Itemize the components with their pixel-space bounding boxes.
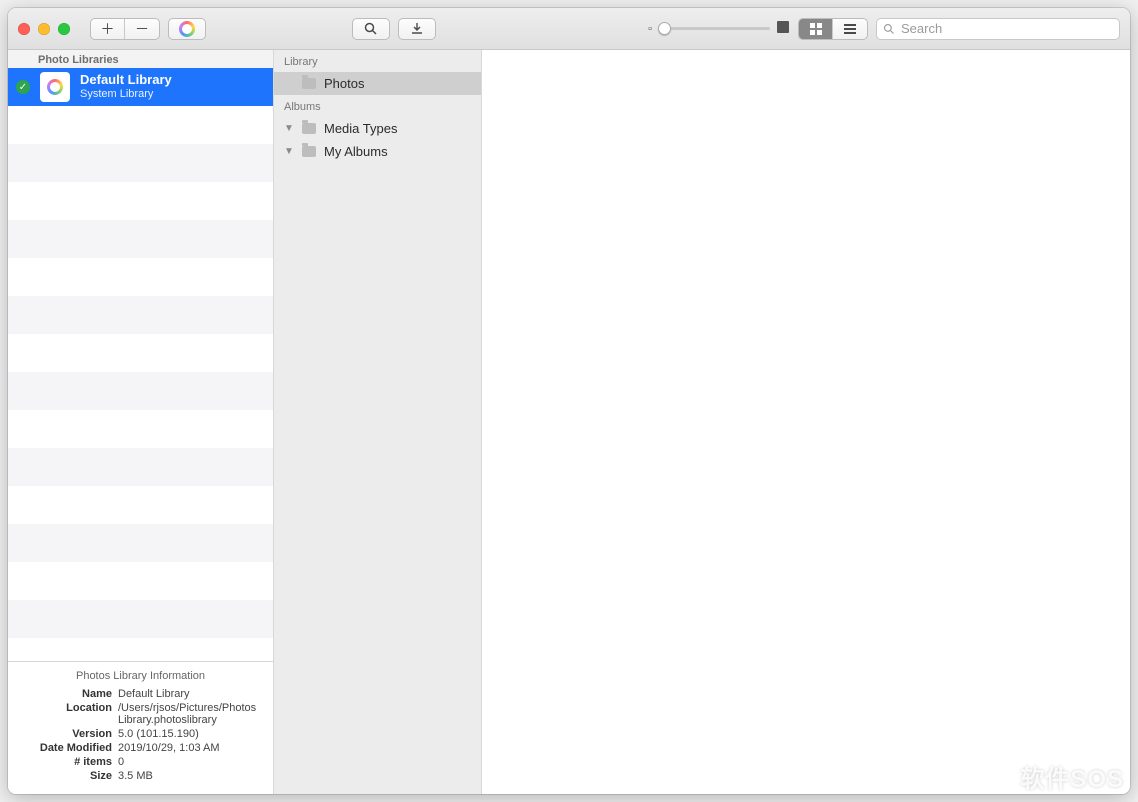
info-panel-title: Photos Library Information: [18, 670, 263, 682]
info-key-version: Version: [18, 728, 112, 740]
search-icon: [883, 23, 895, 35]
content-area: [482, 50, 1130, 794]
library-item-default[interactable]: ✓ Default Library System Library: [8, 68, 273, 106]
left-sidebar: Photo Libraries ✓ Default Library System…: [8, 50, 274, 794]
info-key-date-modified: Date Modified: [18, 742, 112, 754]
photos-item[interactable]: Photos: [274, 72, 481, 95]
remove-library-button[interactable]: －: [125, 19, 159, 39]
info-key-name: Name: [18, 688, 112, 700]
search-field[interactable]: Search: [876, 18, 1120, 40]
search-placeholder: Search: [901, 21, 942, 36]
library-info-panel: Photos Library Information Name Default L…: [8, 661, 273, 794]
info-value-date-modified: 2019/10/29, 1:03 AM: [118, 742, 263, 754]
add-remove-segment: ＋ －: [90, 18, 160, 40]
titlebar: ＋ － ▫: [8, 8, 1130, 50]
close-window-button[interactable]: [18, 23, 30, 35]
photos-icon: [179, 21, 195, 37]
info-key-location: Location: [18, 702, 112, 714]
disclosure-triangle-icon[interactable]: ▼: [284, 123, 294, 134]
folder-icon: [302, 146, 316, 157]
info-value-items: 0: [118, 756, 263, 768]
info-value-size: 3.5 MB: [118, 770, 263, 782]
window-controls: [18, 23, 70, 35]
slider-knob[interactable]: [658, 22, 671, 35]
view-mode-segment: [798, 18, 868, 40]
list-icon: [843, 22, 857, 36]
library-icon: [40, 72, 70, 102]
middle-sidebar: Library Photos Albums ▼ Media Types ▼ My…: [274, 50, 482, 794]
albums-section-header: Albums: [274, 95, 481, 117]
thumb-large-icon: [776, 20, 790, 37]
info-value-name: Default Library: [118, 688, 263, 700]
minimize-window-button[interactable]: [38, 23, 50, 35]
info-value-location: /Users/rjsos/Pictures/Photos Library.pho…: [118, 702, 263, 726]
library-title: Default Library: [80, 73, 172, 88]
fullscreen-window-button[interactable]: [58, 23, 70, 35]
photo-libraries-header: Photo Libraries: [8, 50, 273, 68]
disclosure-triangle-icon[interactable]: ▼: [284, 146, 294, 157]
body: Photo Libraries ✓ Default Library System…: [8, 50, 1130, 794]
info-key-size: Size: [18, 770, 112, 782]
library-subtitle: System Library: [80, 88, 172, 101]
photos-label: Photos: [324, 76, 364, 91]
media-types-label: Media Types: [324, 121, 397, 136]
grid-icon: [809, 22, 823, 36]
library-section-header: Library: [274, 50, 481, 72]
download-button[interactable]: [398, 18, 436, 40]
checkmark-icon: ✓: [16, 80, 30, 94]
thumb-small-icon: ▫: [648, 23, 652, 35]
inspect-button[interactable]: [352, 18, 390, 40]
app-window: ＋ － ▫: [8, 8, 1130, 794]
download-icon: [409, 21, 425, 37]
my-albums-item[interactable]: ▼ My Albums: [274, 140, 481, 163]
folder-icon: [302, 123, 316, 134]
thumbnail-size-control: ▫: [648, 20, 790, 37]
info-value-version: 5.0 (101.15.190): [118, 728, 263, 740]
folder-icon: [302, 78, 316, 89]
list-view-button[interactable]: [833, 19, 867, 39]
magnifier-icon: [363, 21, 379, 37]
grid-view-button[interactable]: [799, 19, 833, 39]
thumbnail-size-slider[interactable]: [658, 27, 770, 30]
info-key-items: # items: [18, 756, 112, 768]
media-types-item[interactable]: ▼ Media Types: [274, 117, 481, 140]
my-albums-label: My Albums: [324, 144, 388, 159]
photos-app-button[interactable]: [168, 18, 206, 40]
add-library-button[interactable]: ＋: [91, 19, 125, 39]
